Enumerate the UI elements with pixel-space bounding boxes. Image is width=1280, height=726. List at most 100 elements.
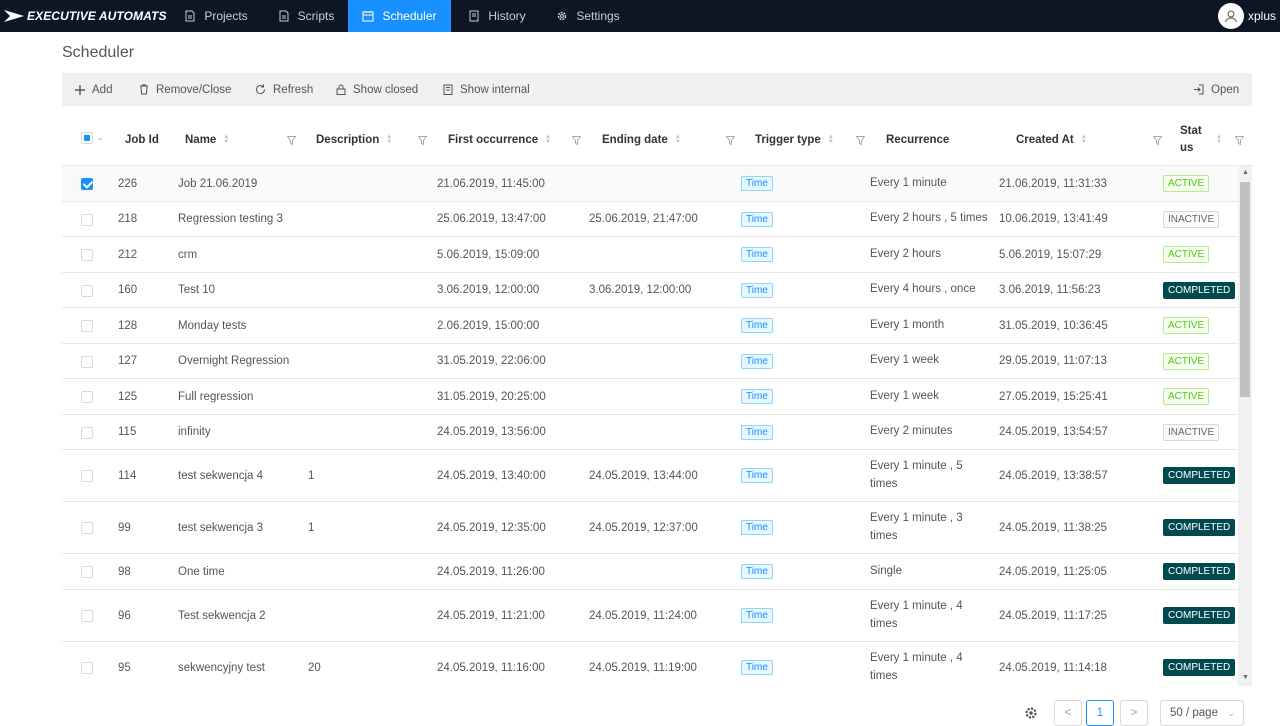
table-row[interactable]: 127 Overnight Regression 31.05.2019, 22:06… <box>62 344 1238 379</box>
cell-recurrence: Every 2 hours , 5 times <box>870 202 992 236</box>
row-checkbox[interactable] <box>81 178 93 190</box>
col-name[interactable]: Name ▲ ▼ <box>185 114 229 166</box>
cell-recurrence: Every 1 minute , 4 times <box>870 590 992 641</box>
cell-job-id: 125 <box>118 379 137 414</box>
cell-created-at-text: 10.06.2019, 13:41:49 <box>999 213 1108 225</box>
col-job-id[interactable]: Job Id <box>125 114 159 166</box>
table-row[interactable]: 226 Job 21.06.2019 21.06.2019, 11:45:00 Tim… <box>62 166 1238 202</box>
filter-icon[interactable] <box>418 114 427 166</box>
pagination-prev[interactable]: < <box>1054 700 1082 726</box>
sort-icon[interactable]: ▲ ▼ <box>1081 134 1087 145</box>
scrollbar-thumb[interactable] <box>1240 182 1250 397</box>
table-row[interactable]: 96 Test sekwencja 2 24.05.2019, 11:21:00 24… <box>62 590 1238 642</box>
table-header: ⌄ Job Id Name ▲ ▼ Description ▲ ▼ First occu… <box>62 114 1252 166</box>
open-button[interactable]: Open <box>1193 73 1239 106</box>
table-row[interactable]: 125 Full regression 31.05.2019, 20:25:00 Ti… <box>62 379 1238 415</box>
cell-ending-date-text: 25.06.2019, 21:47:00 <box>589 213 698 225</box>
pagination-page-1[interactable]: 1 <box>1086 700 1114 726</box>
settings-gear-icon[interactable] <box>1024 706 1038 723</box>
cell-name-text: Full regression <box>178 390 254 403</box>
show-internal-button[interactable]: Show internal <box>443 73 530 106</box>
trigger-tag: Time <box>741 520 773 535</box>
table-row[interactable]: 115 infinity 24.05.2019, 13:56:00 Time Every… <box>62 415 1238 450</box>
cell-created-at: 21.06.2019, 11:31:33 <box>999 166 1107 201</box>
scroll-down-icon[interactable]: ▼ <box>1242 674 1249 681</box>
sort-icon[interactable]: ▲ ▼ <box>223 134 229 145</box>
page-size-select[interactable]: 50 / page ⌄ <box>1160 700 1244 726</box>
sort-icon[interactable]: ▲ ▼ <box>675 134 681 145</box>
add-button[interactable]: Add <box>75 73 112 106</box>
cell-first-occurrence-text: 21.06.2019, 11:45:00 <box>437 177 545 190</box>
table-row[interactable]: 98 One time 24.05.2019, 11:26:00 Time Single… <box>62 554 1238 590</box>
show-closed-button[interactable]: Show closed <box>336 73 418 106</box>
chevron-right-icon: > <box>1130 707 1138 719</box>
cell-status: COMPLETED <box>1163 502 1236 553</box>
table-row[interactable]: 99 test sekwencja 3 1 24.05.2019, 12:35:00 2… <box>62 502 1238 554</box>
remove-close-button[interactable]: Remove/Close <box>139 73 231 106</box>
cell-ending-date: 25.06.2019, 21:47:00 <box>589 202 698 236</box>
row-checkbox[interactable] <box>81 320 93 332</box>
col-trigger-type[interactable]: Trigger type ▲ ▼ <box>755 114 834 166</box>
row-checkbox[interactable] <box>81 522 93 534</box>
table-row[interactable]: 160 Test 10 3.06.2019, 12:00:00 3.06.2019, … <box>62 273 1238 308</box>
user-menu[interactable]: xplus <box>1217 0 1276 32</box>
filter-icon[interactable] <box>287 114 296 166</box>
row-checkbox[interactable] <box>81 662 93 674</box>
filter-icon[interactable] <box>1153 114 1162 166</box>
nav-scripts[interactable]: Scripts <box>264 0 348 32</box>
sort-icon[interactable]: ▲ ▼ <box>828 134 834 145</box>
row-checkbox[interactable] <box>81 391 93 403</box>
cell-first-occurrence-text: 24.05.2019, 11:21:00 <box>437 609 545 622</box>
brand-logo[interactable]: EXECUTIVE AUTOMATS <box>4 0 167 32</box>
cell-first-occurrence-text: 3.06.2019, 12:00:00 <box>437 284 540 296</box>
cell-name: test sekwencja 3 <box>178 502 263 553</box>
chevron-down-icon[interactable]: ⌄ <box>97 133 104 142</box>
row-checkbox[interactable] <box>81 610 93 622</box>
col-status[interactable]: Status <box>1180 114 1202 166</box>
col-created-at[interactable]: Created At ▲ ▼ <box>1016 114 1087 166</box>
row-checkbox[interactable] <box>81 214 93 226</box>
nav-settings[interactable]: Settings <box>546 0 630 32</box>
status-badge: COMPLETED <box>1163 281 1236 299</box>
nav-projects[interactable]: Projects <box>171 0 261 32</box>
cell-first-occurrence: 24.05.2019, 13:56:00 <box>437 415 546 449</box>
row-checkbox[interactable] <box>81 566 93 578</box>
select-all-checkbox[interactable] <box>81 132 93 144</box>
cell-job-id: 96 <box>118 590 131 641</box>
cell-first-occurrence: 5.06.2019, 15:09:00 <box>437 237 539 272</box>
cell-recurrence-text: Every 1 minute , 4 times <box>870 600 963 630</box>
refresh-button[interactable]: Refresh <box>255 73 313 106</box>
row-checkbox[interactable] <box>81 285 93 297</box>
scroll-up-icon[interactable]: ▲ <box>1242 169 1249 176</box>
row-checkbox[interactable] <box>81 427 93 439</box>
table-row[interactable]: 128 Monday tests 2.06.2019, 15:00:00 Time Ev… <box>62 308 1238 344</box>
col-description[interactable]: Description ▲ ▼ <box>316 114 392 166</box>
table-row[interactable]: 114 test sekwencja 4 1 24.05.2019, 13:40:00… <box>62 450 1238 502</box>
nav-scheduler[interactable]: Scheduler <box>348 0 451 32</box>
nav-history[interactable]: History <box>455 0 539 32</box>
sort-icon[interactable]: ▲ ▼ <box>545 134 551 145</box>
row-checkbox[interactable] <box>81 470 93 482</box>
table-row[interactable]: 218 Regression testing 3 25.06.2019, 13:47… <box>62 202 1238 237</box>
pagination-next[interactable]: > <box>1120 700 1148 726</box>
filter-icon[interactable] <box>726 114 735 166</box>
cell-job-id: 127 <box>118 344 137 378</box>
col-first-occurrence[interactable]: First occurrence ▲ ▼ <box>448 114 551 166</box>
row-checkbox[interactable] <box>81 249 93 261</box>
trigger-tag: Time <box>741 353 773 369</box>
cell-recurrence-text: Every 2 hours , 5 times <box>870 212 988 225</box>
cell-recurrence: Every 1 week <box>870 344 992 378</box>
filter-icon[interactable] <box>572 114 581 166</box>
cell-trigger-type: Time <box>741 202 773 236</box>
table-scrollbar[interactable]: ▲ ▼ <box>1238 166 1252 686</box>
sort-icon[interactable]: ▲ ▼ <box>1216 114 1222 166</box>
table-row[interactable]: 95 sekwencyjny test 20 24.05.2019, 11:16:00… <box>62 642 1238 684</box>
sort-icon[interactable]: ▲ ▼ <box>386 134 392 145</box>
col-ending-date[interactable]: Ending date ▲ ▼ <box>602 114 681 166</box>
filter-icon[interactable] <box>856 114 865 166</box>
filter-icon[interactable] <box>1235 114 1244 166</box>
row-checkbox[interactable] <box>81 356 93 368</box>
table-body: 226 Job 21.06.2019 21.06.2019, 11:45:00 Tim… <box>62 166 1238 684</box>
cell-created-at-text: 21.06.2019, 11:31:33 <box>999 177 1107 190</box>
table-row[interactable]: 212 crm 5.06.2019, 15:09:00 Time Every 2 hou… <box>62 237 1238 273</box>
